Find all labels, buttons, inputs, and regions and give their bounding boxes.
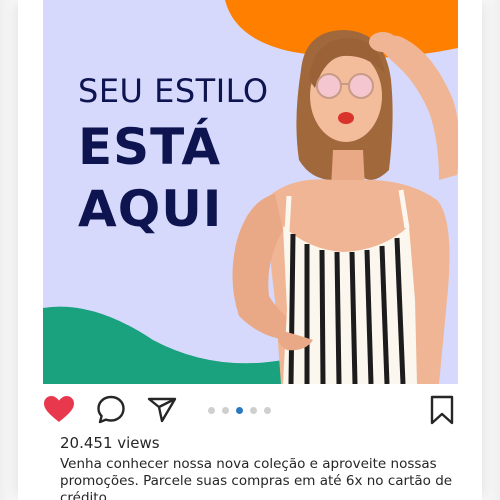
carousel-dot-active[interactable] <box>236 407 243 414</box>
post-image[interactable]: SEU ESTILO ESTÁ AQUI <box>43 0 458 384</box>
instagram-post-card: SEU ESTILO ESTÁ AQUI 20.451 views Venha … <box>18 0 482 500</box>
headline-line-1: SEU ESTILO <box>78 72 269 110</box>
post-caption: Venha conhecer nossa nova coleção e apro… <box>60 456 453 500</box>
views-count: 20.451 views <box>60 434 160 452</box>
carousel-indicator <box>208 407 271 415</box>
carousel-dot[interactable] <box>250 407 257 414</box>
headline-line-2: ESTÁ <box>78 118 222 176</box>
comment-icon[interactable] <box>95 394 127 426</box>
bookmark-icon[interactable] <box>426 394 458 426</box>
carousel-dot[interactable] <box>222 407 229 414</box>
carousel-dot[interactable] <box>264 407 271 414</box>
share-icon[interactable] <box>146 394 178 426</box>
carousel-dot[interactable] <box>208 407 215 414</box>
post-actions-bar <box>43 388 458 432</box>
headline-line-3: AQUI <box>78 180 223 238</box>
heart-icon[interactable] <box>43 394 75 426</box>
